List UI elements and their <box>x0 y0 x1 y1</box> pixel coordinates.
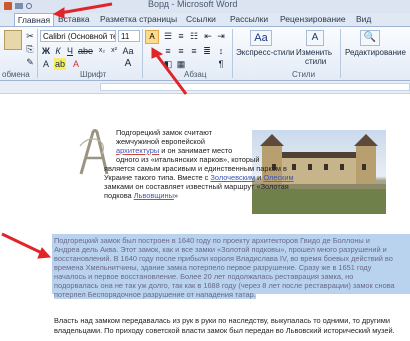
annotation-arrows <box>1 2 188 259</box>
arrow-to-selection-icon <box>1 232 52 259</box>
arrow-to-home-tab-icon <box>52 2 113 19</box>
arrow-to-clear-format-icon <box>151 47 188 95</box>
